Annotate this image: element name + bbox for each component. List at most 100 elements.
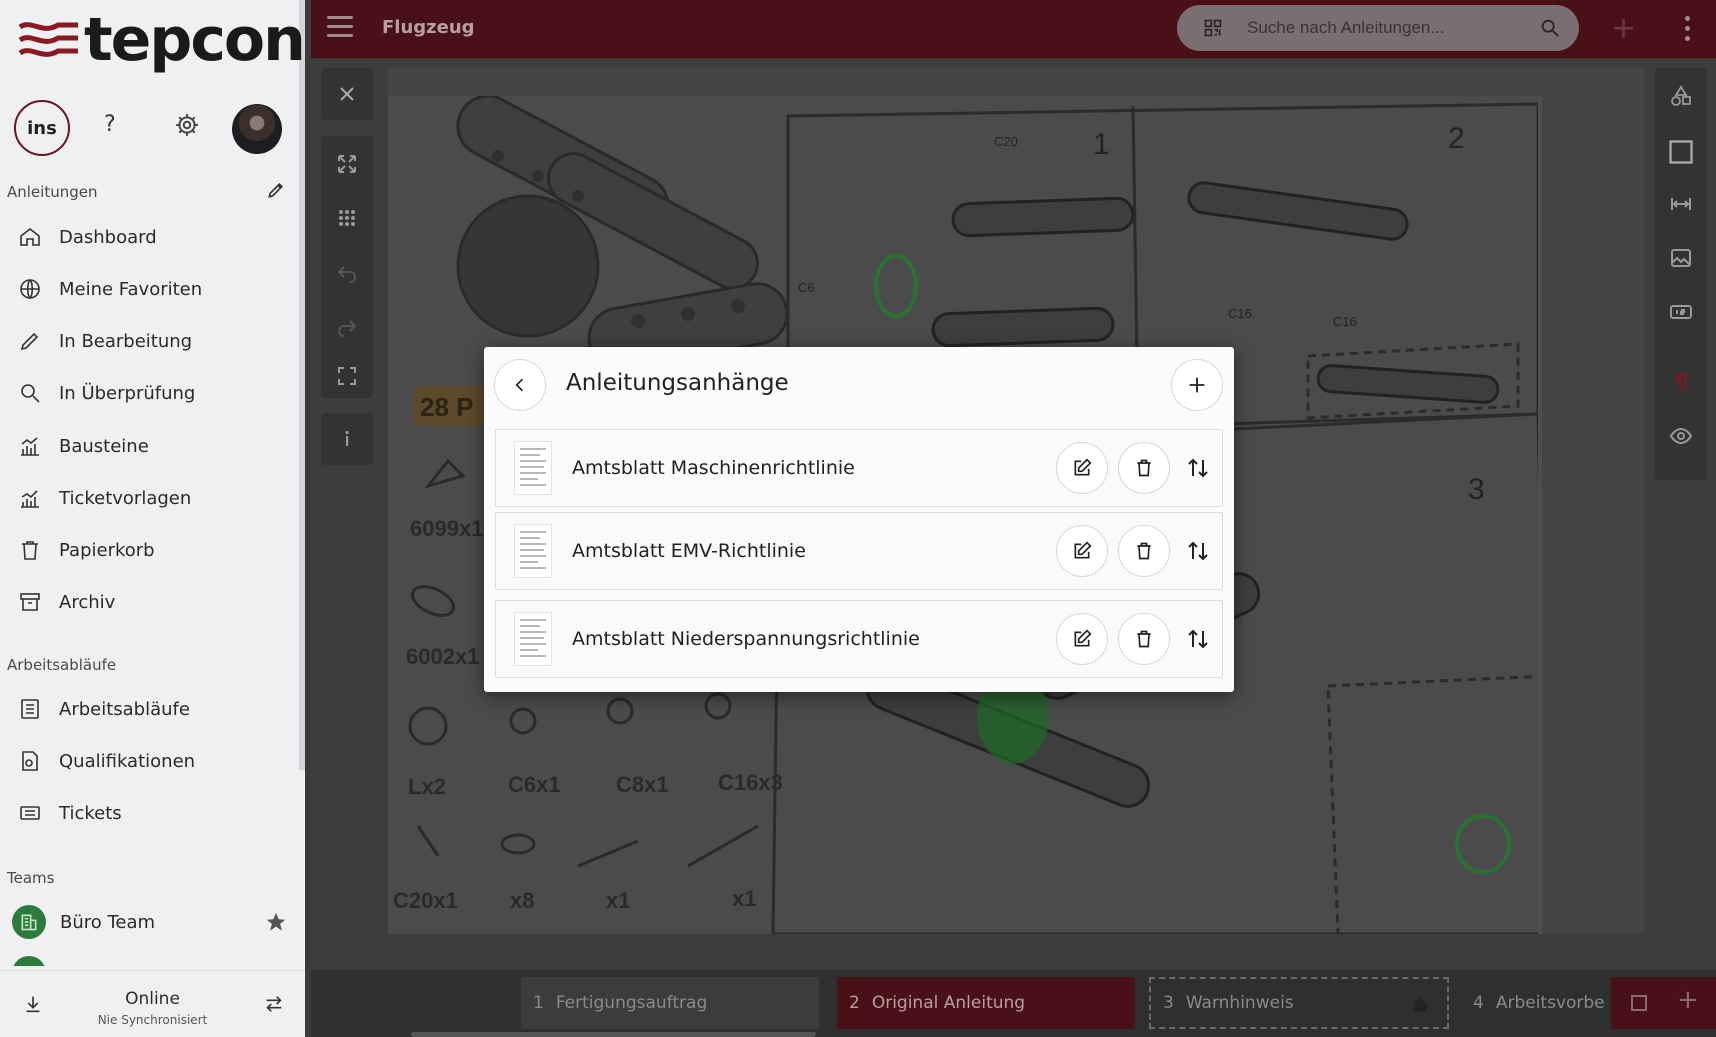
rectangle-icon[interactable] xyxy=(1667,138,1695,166)
screw-label: C20 xyxy=(994,134,1018,149)
page-title: Flugzeug xyxy=(382,17,475,38)
sidebar-item-dashboard[interactable]: Dashboard xyxy=(18,217,288,257)
delete-attachment-button[interactable] xyxy=(1118,613,1170,665)
tab-step-3[interactable]: 3 Warnhinweis xyxy=(1149,977,1449,1029)
panel-number: 1 xyxy=(1093,128,1110,161)
top-header: Flugzeug + xyxy=(311,0,1716,58)
edit-attachment-button[interactable] xyxy=(1056,613,1108,665)
sidebar-item-workflows[interactable]: Arbeitsabläufe xyxy=(18,689,288,729)
back-button[interactable] xyxy=(494,359,546,411)
tab-number: 2 xyxy=(849,993,860,1013)
eye-icon[interactable] xyxy=(1669,424,1693,448)
part-label: 6099x1 xyxy=(410,516,483,541)
shapes-icon[interactable] xyxy=(1669,84,1693,108)
close-icon[interactable] xyxy=(335,82,359,106)
add-step-icon[interactable]: + xyxy=(1677,985,1699,1015)
puzzle-icon xyxy=(1414,998,1428,1012)
attachment-name: Amtsblatt Maschinenrichtlinie xyxy=(572,457,855,479)
attachment-row[interactable]: Amtsblatt EMV-Richtlinie xyxy=(495,512,1223,590)
delete-attachment-button[interactable] xyxy=(1118,442,1170,494)
part-label: 6002x1 xyxy=(406,644,479,669)
trash-icon xyxy=(1137,542,1151,560)
bottom-step-tabs: 1 Fertigungsauftrag 2 Original Anleitung… xyxy=(311,970,1716,1037)
sidebar-item-label: Bausteine xyxy=(59,435,149,457)
attachment-name: Amtsblatt EMV-Richtlinie xyxy=(572,540,806,562)
ins-button[interactable]: ins xyxy=(14,100,70,156)
sort-icon[interactable] xyxy=(1186,456,1210,480)
edit-attachment-button[interactable] xyxy=(1056,442,1108,494)
search-input[interactable] xyxy=(1247,14,1527,42)
undo-icon[interactable] xyxy=(335,260,359,284)
search-icon[interactable] xyxy=(1539,17,1561,39)
sidebar-item-modules[interactable]: Bausteine xyxy=(18,426,288,466)
redo-icon[interactable] xyxy=(335,314,359,338)
sidebar-item-label: Arbeitsabläufe xyxy=(59,698,190,720)
star-icon[interactable] xyxy=(265,911,287,933)
sidebar-item-qualifications[interactable]: Qualifikationen xyxy=(18,741,288,781)
trash-icon xyxy=(1137,630,1151,648)
team-label: Büro Team xyxy=(60,911,156,933)
tabs-scrollbar[interactable] xyxy=(411,1032,816,1037)
left-toolbar xyxy=(321,136,373,398)
tab-label: Warnhinweis xyxy=(1185,993,1294,1013)
archive-icon xyxy=(20,593,40,611)
list-icon xyxy=(21,699,39,719)
edit-icon xyxy=(1074,629,1092,647)
sidebar-item-tickets[interactable]: Tickets xyxy=(18,793,288,833)
part-label: Lx2 xyxy=(408,774,446,799)
sidebar-item-favorites[interactable]: Meine Favoriten xyxy=(18,269,288,309)
sidebar-item-in-review[interactable]: In Überprüfung xyxy=(18,373,288,413)
section-title-workflows: Arbeitsabläufe xyxy=(7,656,117,674)
dialog-title: Anleitungsanhänge xyxy=(566,370,789,396)
sidebar-item-label: Dashboard xyxy=(59,226,157,248)
info-icon[interactable] xyxy=(335,427,359,451)
sidebar-item-trash[interactable]: Papierkorb xyxy=(18,530,288,570)
edit-pencil-icon[interactable] xyxy=(266,180,286,200)
tab-step-1[interactable]: 1 Fertigungsauftrag xyxy=(521,977,819,1029)
help-button[interactable]: ? xyxy=(104,112,116,137)
square-icon[interactable] xyxy=(1631,995,1647,1011)
sidebar-item-label: Archiv xyxy=(59,591,116,613)
attachment-row[interactable]: Amtsblatt Maschinenrichtlinie xyxy=(495,429,1223,507)
sort-icon[interactable] xyxy=(1186,627,1210,651)
number-field-icon[interactable] xyxy=(1669,300,1693,324)
attachment-row[interactable]: Amtsblatt Niederspannungsrichtlinie xyxy=(495,600,1223,678)
edit-attachment-button[interactable] xyxy=(1056,525,1108,577)
tab-step-4[interactable]: 4 Arbeitsvorbe xyxy=(1461,977,1621,1029)
sidebar-item-archive[interactable]: Archiv xyxy=(18,582,288,622)
qr-code-icon[interactable] xyxy=(1203,18,1223,38)
sidebar-item-in-progress[interactable]: In Bearbeitung xyxy=(18,321,288,361)
more-options-icon[interactable] xyxy=(1685,16,1691,42)
paragraph-icon[interactable] xyxy=(1669,370,1693,394)
tab-label: Original Anleitung xyxy=(871,993,1026,1013)
sync-subtext: Nie Synchronisiert xyxy=(97,1013,208,1027)
swap-icon[interactable] xyxy=(262,993,286,1015)
search-bar[interactable] xyxy=(1177,5,1579,51)
add-attachment-button[interactable] xyxy=(1171,359,1223,411)
fullscreen-icon[interactable] xyxy=(335,364,359,388)
bottom-actions: + xyxy=(1611,977,1716,1029)
sidebar-scrollbar[interactable] xyxy=(299,0,305,770)
sidebar-item-label: Qualifikationen xyxy=(59,750,196,772)
tab-number: 1 xyxy=(533,993,544,1013)
app-logo[interactable]: tepcon xyxy=(18,8,306,72)
expand-icon[interactable] xyxy=(335,152,359,176)
grid-icon[interactable] xyxy=(335,206,359,230)
user-avatar[interactable] xyxy=(232,104,282,154)
document-thumbnail-icon xyxy=(514,612,552,666)
tab-step-2[interactable]: 2 Original Anleitung xyxy=(837,977,1135,1029)
gear-icon[interactable] xyxy=(174,112,200,138)
image-icon[interactable] xyxy=(1669,246,1693,270)
trash-icon xyxy=(1137,459,1151,477)
team-item-buero[interactable]: Büro Team xyxy=(12,902,287,942)
dimension-icon[interactable] xyxy=(1669,192,1693,216)
sidebar-item-label: In Überprüfung xyxy=(59,382,196,404)
sidebar-item-ticket-templates[interactable]: Ticketvorlagen xyxy=(18,478,288,518)
sidebar-item-label: Meine Favoriten xyxy=(59,278,203,300)
info-tool-box xyxy=(321,413,373,465)
delete-attachment-button[interactable] xyxy=(1118,525,1170,577)
document-thumbnail-icon xyxy=(514,441,552,495)
sort-icon[interactable] xyxy=(1186,539,1210,563)
add-icon[interactable]: + xyxy=(1611,14,1636,44)
menu-icon[interactable] xyxy=(327,16,353,38)
